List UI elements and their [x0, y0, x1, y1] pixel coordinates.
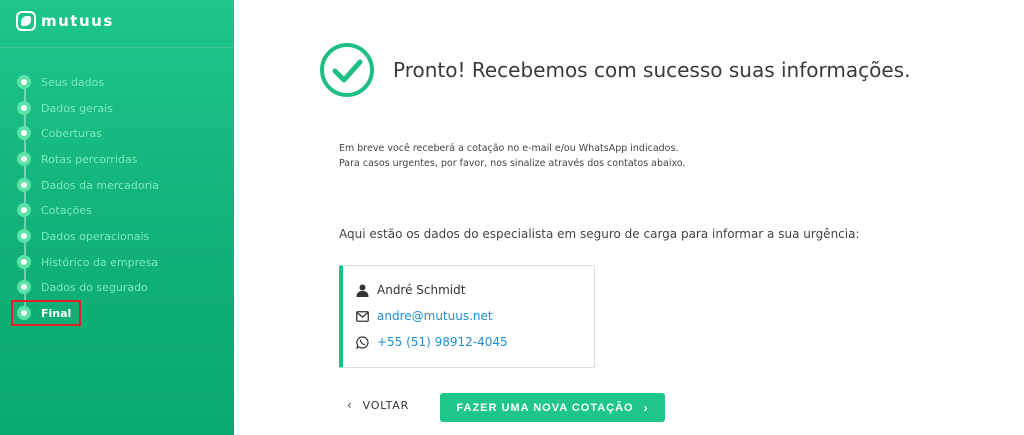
- step-complete-icon: [17, 229, 31, 243]
- whatsapp-icon: [355, 335, 369, 349]
- step-label: Dados do segurado: [41, 280, 148, 294]
- step-complete-icon: [17, 178, 31, 192]
- new-quote-button-label: FAZER UMA NOVA COTAÇÃO: [456, 401, 634, 414]
- specialist-email-link[interactable]: andre@mutuus.net: [377, 309, 493, 323]
- specialist-email-row: andre@mutuus.net: [355, 309, 493, 323]
- step-complete-icon: [17, 101, 31, 115]
- step-dados-do-segurado[interactable]: Dados do segurado: [17, 278, 148, 296]
- step-label: Coberturas: [41, 126, 102, 140]
- brand-name: mutuus: [41, 12, 114, 30]
- step-label: Rotas percorridas: [41, 152, 138, 166]
- step-dados-gerais[interactable]: Dados gerais: [17, 99, 113, 117]
- info-text: Em breve você receberá a cotação no e-ma…: [339, 141, 685, 171]
- new-quote-button[interactable]: FAZER UMA NOVA COTAÇÃO ›: [440, 393, 665, 422]
- step-label: Dados operacionais: [41, 229, 150, 243]
- brand-logo[interactable]: mutuus: [16, 11, 114, 31]
- user-icon: [355, 283, 369, 297]
- active-step-highlight: [11, 300, 81, 326]
- step-cotacoes[interactable]: Cotações: [17, 201, 92, 219]
- info-line: Em breve você receberá a cotação no e-ma…: [339, 143, 679, 154]
- step-complete-icon: [17, 255, 31, 269]
- step-complete-icon: [17, 75, 31, 89]
- step-dados-operacionais[interactable]: Dados operacionais: [17, 227, 149, 245]
- page-title: Pronto! Recebemos com sucesso suas infor…: [393, 58, 911, 82]
- step-complete-icon: [17, 203, 31, 217]
- step-label: Cotações: [41, 203, 92, 217]
- specialist-name: André Schmidt: [377, 283, 466, 297]
- step-complete-icon: [17, 152, 31, 166]
- info-line: Para casos urgentes, por favor, nos sina…: [339, 158, 686, 169]
- step-coberturas[interactable]: Coberturas: [17, 124, 102, 142]
- step-label: Dados da mercadoria: [41, 178, 159, 192]
- step-historico-da-empresa[interactable]: Histórico da empresa: [17, 253, 158, 271]
- logo-icon: [16, 11, 36, 31]
- step-rotas-percorridas[interactable]: Rotas percorridas: [17, 150, 137, 168]
- main-content: Pronto! Recebemos com sucesso suas infor…: [234, 0, 1024, 435]
- step-seus-dados[interactable]: Seus dados: [17, 73, 104, 91]
- sidebar-divider: [0, 47, 234, 48]
- sidebar: mutuus Seus dados Dados gerais Cobertura…: [0, 0, 234, 435]
- step-complete-icon: [17, 280, 31, 294]
- success-check-icon: [320, 43, 374, 97]
- urgency-text: Aqui estão os dados do especialista em s…: [339, 227, 860, 241]
- specialist-phone-link[interactable]: +55 (51) 98912-4045: [377, 335, 508, 349]
- step-label: Dados gerais: [41, 101, 113, 115]
- specialist-name-row: André Schmidt: [355, 283, 465, 297]
- step-label: Histórico da empresa: [41, 255, 159, 269]
- step-label: Seus dados: [41, 75, 105, 89]
- back-button-label: VOLTAR: [362, 398, 410, 412]
- back-button[interactable]: ‹ VOLTAR: [347, 398, 409, 412]
- chevron-right-icon: ›: [643, 400, 649, 415]
- chevron-left-icon: ‹: [347, 398, 353, 412]
- envelope-icon: [355, 309, 369, 323]
- step-complete-icon: [17, 126, 31, 140]
- specialist-phone-row: +55 (51) 98912-4045: [355, 335, 508, 349]
- step-dados-da-mercadoria[interactable]: Dados da mercadoria: [17, 176, 159, 194]
- specialist-card: André Schmidt andre@mutuus.net +55 (51) …: [339, 265, 595, 368]
